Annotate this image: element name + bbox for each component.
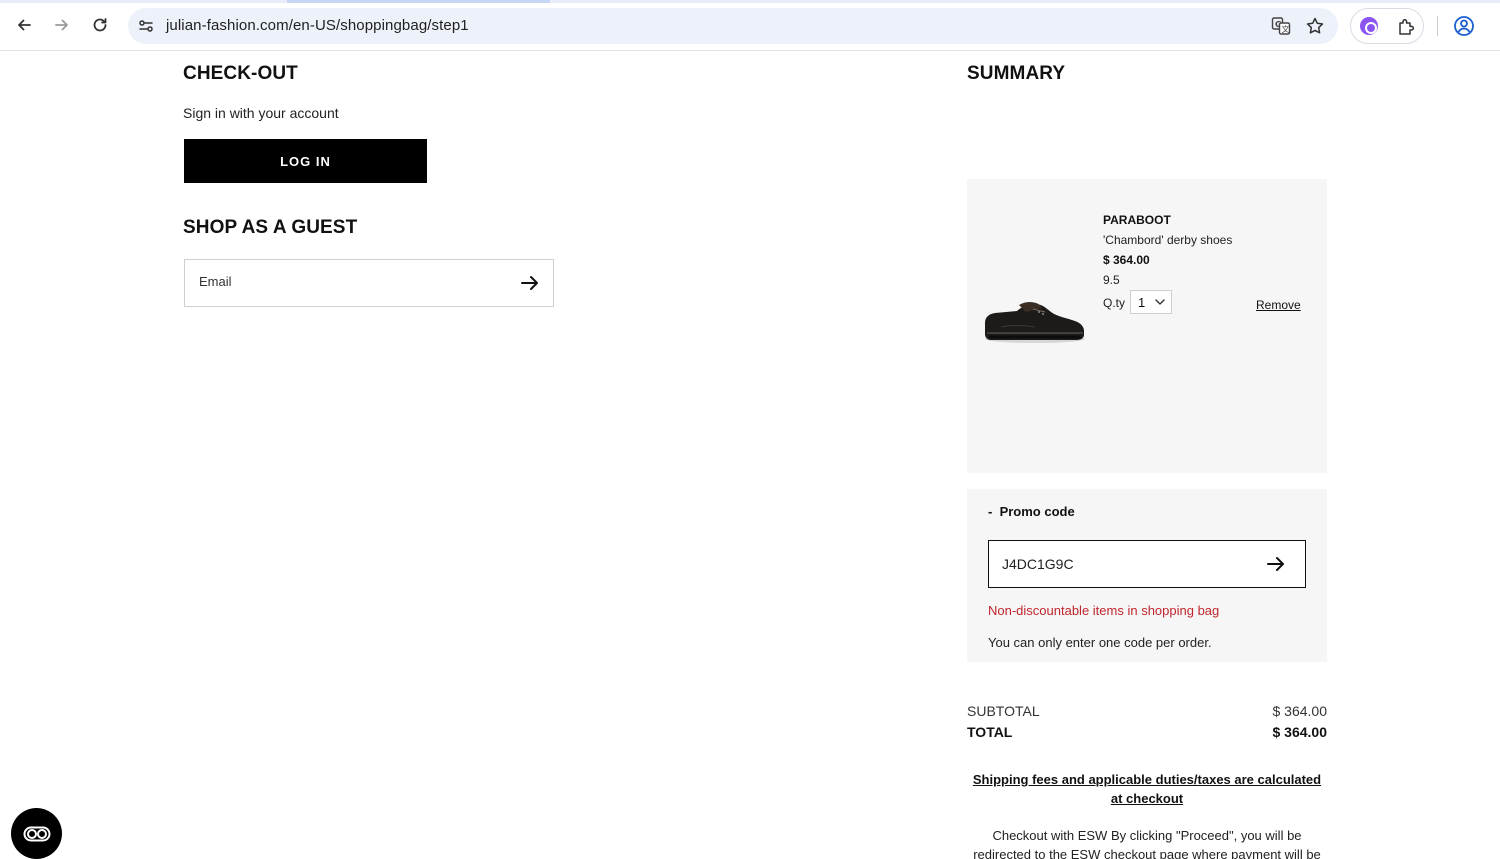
arrow-right-icon (521, 276, 538, 290)
quantity-select[interactable]: 1 (1130, 290, 1172, 314)
signin-text: Sign in with your account (183, 105, 339, 121)
back-button[interactable] (11, 12, 37, 38)
arrow-right-icon (55, 19, 68, 31)
chevron-down-icon (1155, 299, 1165, 305)
promo-code-field[interactable] (988, 540, 1306, 588)
promo-error-message: Non-discountable items in shopping bag (988, 603, 1220, 618)
quantity-value: 1 (1138, 295, 1146, 310)
svg-text:文: 文 (1282, 24, 1290, 34)
url-text[interactable]: julian-fashion.com/en-US/shoppingbag/ste… (166, 17, 469, 34)
cart-item: PARABOOT 'Chambord' derby shoes $ 364.00… (967, 179, 1327, 473)
promo-code-section: - Promo code Non-discountable items in s… (967, 489, 1327, 662)
reload-icon (93, 18, 107, 32)
promo-code-input[interactable] (1002, 556, 1252, 572)
login-button[interactable]: LOG IN (184, 139, 427, 183)
remove-item-link[interactable]: Remove (1256, 298, 1301, 312)
toggle-icon (23, 826, 50, 841)
product-price: $ 364.00 (1103, 253, 1150, 267)
puzzle-icon[interactable] (1396, 17, 1416, 37)
promo-code-title: Promo code (999, 504, 1075, 519)
profile-icon[interactable] (1453, 15, 1475, 37)
guest-title: SHOP AS A GUEST (183, 217, 358, 238)
collapse-toggle-icon: - (988, 504, 993, 519)
reload-button[interactable] (87, 12, 113, 38)
product-size: 9.5 (1103, 273, 1120, 287)
subtotal-label: SUBTOTAL (967, 703, 1040, 719)
esw-checkout-text: Checkout with ESW By clicking "Proceed",… (973, 828, 1321, 859)
browser-toolbar: julian-fashion.com/en-US/shoppingbag/ste… (0, 0, 1500, 51)
subtotal-value: $ 364.00 (1272, 703, 1328, 719)
extension-icon[interactable] (1360, 17, 1378, 35)
email-field[interactable] (184, 259, 554, 307)
arrow-left-icon (18, 19, 31, 31)
apply-promo-button[interactable] (1265, 553, 1287, 575)
site-settings-icon[interactable] (137, 17, 155, 35)
promo-code-toggle[interactable]: - Promo code (988, 504, 1075, 519)
total-label: TOTAL (967, 724, 1013, 740)
quantity-label: Q.ty (1103, 296, 1126, 310)
extensions-area (1350, 8, 1424, 44)
total-value: $ 364.00 (1272, 724, 1328, 740)
subtotal-row: SUBTOTAL $ 364.00 (967, 703, 1327, 719)
arrow-right-icon (1267, 557, 1284, 571)
product-brand: PARABOOT (1103, 213, 1171, 227)
forward-button[interactable] (49, 12, 75, 38)
promo-note: You can only enter one code per order. (988, 635, 1212, 650)
product-name[interactable]: 'Chambord' derby shoes (1103, 233, 1232, 247)
bookmark-star-icon[interactable] (1305, 16, 1325, 36)
email-input[interactable] (199, 274, 499, 289)
translate-icon[interactable]: G 文 (1271, 16, 1291, 36)
tab-strip (0, 0, 1500, 3)
shipping-info-link[interactable]: Shipping fees and applicable duties/taxe… (967, 770, 1327, 808)
total-row: TOTAL $ 364.00 (967, 724, 1327, 740)
accessibility-button[interactable] (11, 808, 62, 859)
checkout-title: CHECK-OUT (183, 63, 298, 84)
summary-title: SUMMARY (967, 63, 1066, 84)
address-bar[interactable]: julian-fashion.com/en-US/shoppingbag/ste… (128, 8, 1338, 44)
email-submit-button[interactable] (519, 272, 541, 294)
product-image[interactable] (981, 287, 1087, 347)
